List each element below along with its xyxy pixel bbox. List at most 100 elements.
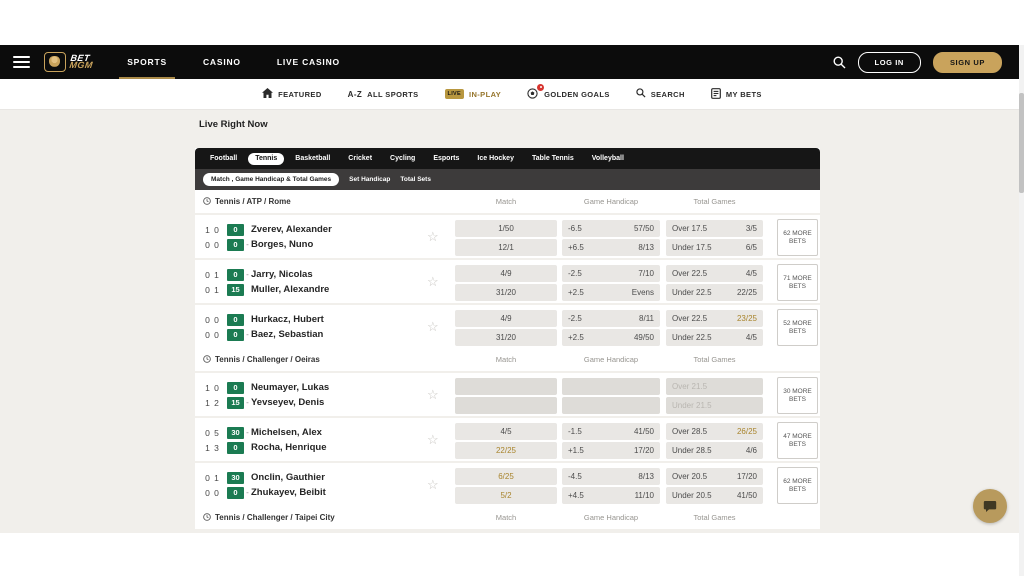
more-bets-button[interactable]: 47 MORE BETS [777,422,818,459]
odds-handicap-away[interactable]: +2.549/50 [562,329,660,346]
sport-tab-tennis[interactable]: Tennis [248,153,284,165]
odds-match-home [455,378,557,395]
more-bets-button[interactable]: 52 MORE BETS [777,309,818,346]
favorite-star-icon[interactable]: ☆ [427,274,439,290]
betmgm-logo[interactable]: BET MGM [44,52,93,72]
odds-total-under[interactable]: Under 22.54/5 [666,329,763,346]
odds-value: 41/50 [737,491,763,500]
sport-tabs: Football Tennis Basketball Cricket Cycling Es… [195,148,820,169]
odds-match-home[interactable]: 1/50 [455,220,557,237]
nav-item-sports[interactable]: SPORTS [109,45,185,79]
chat-button[interactable] [973,489,1007,523]
subnav-item-label: FEATURED [278,90,321,99]
signup-button[interactable]: SIGN UP [933,52,1002,73]
player-line: 000Hurkacz, Hubert [203,312,324,327]
odds-total-over[interactable]: Over 20.517/20 [666,468,763,485]
sport-tab-volleyball[interactable]: Volleyball [585,153,631,165]
sport-tab-esports[interactable]: Esports [426,153,466,165]
odds-total-under[interactable]: Under 20.541/50 [666,487,763,504]
odds-total-over[interactable]: Over 28.526/25 [666,423,763,440]
favorite-star-icon[interactable]: ☆ [427,319,439,335]
az-icon: A-Z [348,90,363,99]
odds-value: 4/9 [500,314,511,323]
subnav-item-all-sports[interactable]: A-ZALL SPORTS [348,90,419,99]
player-name: Neumayer, Lukas [251,382,329,393]
sport-tab-table-tennis[interactable]: Table Tennis [525,153,581,165]
column-header: Match [455,506,557,529]
my-bets-icon [711,88,721,101]
odds-match-home[interactable]: 4/5 [455,423,557,440]
favorite-star-icon[interactable]: ☆ [427,387,439,403]
market-tab[interactable]: Set Handicap [349,176,390,183]
favorite-star-icon[interactable]: ☆ [427,477,439,493]
scrollbar-thumb[interactable] [1019,93,1024,193]
odds-match-home[interactable]: 6/25 [455,468,557,485]
match-row[interactable]: 0130Onclin, Gauthier000-Zhukayev, Beibit… [195,461,820,506]
odds-total-over[interactable]: Over 17.53/5 [666,220,763,237]
odds-value: 4/6 [746,446,763,455]
sport-tab-ice-hockey[interactable]: Ice Hockey [470,153,521,165]
odds-handicap-home[interactable]: -1.541/50 [562,423,660,440]
set-score: 3 [212,443,221,453]
subnav-item-in-play[interactable]: LIVEIN-PLAY [445,89,502,99]
sport-tab-cricket[interactable]: Cricket [341,153,379,165]
odds-match-away[interactable]: 12/1 [455,239,557,256]
more-bets-button[interactable]: 62 MORE BETS [777,467,818,504]
player-name: Muller, Alexandre [251,284,329,295]
odds-handicap-home[interactable]: -6.557/50 [562,220,660,237]
league-title-label: Tennis / Challenger / Oeiras [215,355,320,364]
nav-search-icon[interactable] [833,56,846,69]
odds-handicap-away[interactable]: +6.58/13 [562,239,660,256]
odds-match-away[interactable]: 31/20 [455,329,557,346]
subnav-item-featured[interactable]: FEATURED [262,88,321,100]
odds-match-away[interactable]: 5/2 [455,487,557,504]
match-row[interactable]: 100Zverev, Alexander000-Borges, Nuno☆1/5… [195,213,820,258]
odds-handicap-away[interactable]: +1.517/20 [562,442,660,459]
odds-total-over[interactable]: Over 22.523/25 [666,310,763,327]
odds-match-home[interactable]: 4/9 [455,310,557,327]
odds-handicap-home[interactable]: -2.58/11 [562,310,660,327]
odds-total-under[interactable]: Under 22.522/25 [666,284,763,301]
set-score: 0 [203,488,212,498]
odds-match-away[interactable]: 31/20 [455,284,557,301]
nav-item-live-casino[interactable]: LIVE CASINO [259,45,358,79]
total-label: Over 28.5 [666,427,737,436]
subnav-item-search[interactable]: SEARCH [636,88,685,100]
more-bets-button[interactable]: 71 MORE BETS [777,264,818,301]
sport-tab-cycling[interactable]: Cycling [383,153,422,165]
sport-tab-football[interactable]: Football [203,153,244,165]
match-row[interactable]: 100Neumayer, Lukas1215-Yevseyev, Denis☆O… [195,371,820,416]
login-button[interactable]: LOG IN [858,52,921,73]
set-score: 0 [203,285,212,295]
game-points: 0 [227,314,244,326]
league-title[interactable]: Tennis / ATP / Rome [195,197,291,207]
odds-match-home[interactable]: 4/9 [455,265,557,282]
favorite-star-icon[interactable]: ☆ [427,432,439,448]
odds-total-over[interactable]: Over 22.54/5 [666,265,763,282]
odds-value: 11/10 [635,491,660,500]
sport-tab-basketball[interactable]: Basketball [288,153,337,165]
odds-handicap-away[interactable]: +2.5Evens [562,284,660,301]
favorite-star-icon[interactable]: ☆ [427,229,439,245]
market-tab[interactable]: Total Sets [400,176,431,183]
nav-item-casino[interactable]: CASINO [185,45,259,79]
match-row[interactable]: 0530-Michelsen, Alex130Rocha, Henrique☆4… [195,416,820,461]
more-bets-button[interactable]: 62 MORE BETS [777,219,818,256]
subnav-item-my-bets[interactable]: MY BETS [711,88,762,101]
odds-handicap-away[interactable]: +4.511/10 [562,487,660,504]
subnav-item-golden-goals[interactable]: GOLDEN GOALS [527,88,610,101]
odds-match-away[interactable]: 22/25 [455,442,557,459]
odds-total-under[interactable]: Under 17.56/5 [666,239,763,256]
total-label: Under 28.5 [666,446,746,455]
market-tab[interactable]: Match , Game Handicap & Total Games [203,173,339,186]
hamburger-menu-icon[interactable] [13,56,30,68]
league-title[interactable]: Tennis / Challenger / Oeiras [195,355,320,365]
odds-total-under[interactable]: Under 28.54/6 [666,442,763,459]
league-title[interactable]: Tennis / Challenger / Taipei City [195,513,335,523]
odds-handicap-home[interactable]: -4.58/13 [562,468,660,485]
odds-value: 57/50 [634,224,660,233]
match-row[interactable]: 010-Jarry, Nicolas0115Muller, Alexandre☆… [195,258,820,303]
match-row[interactable]: 000Hurkacz, Hubert000-Baez, Sebastian☆4/… [195,303,820,348]
odds-handicap-home[interactable]: -2.57/10 [562,265,660,282]
more-bets-button[interactable]: 30 MORE BETS [777,377,818,414]
